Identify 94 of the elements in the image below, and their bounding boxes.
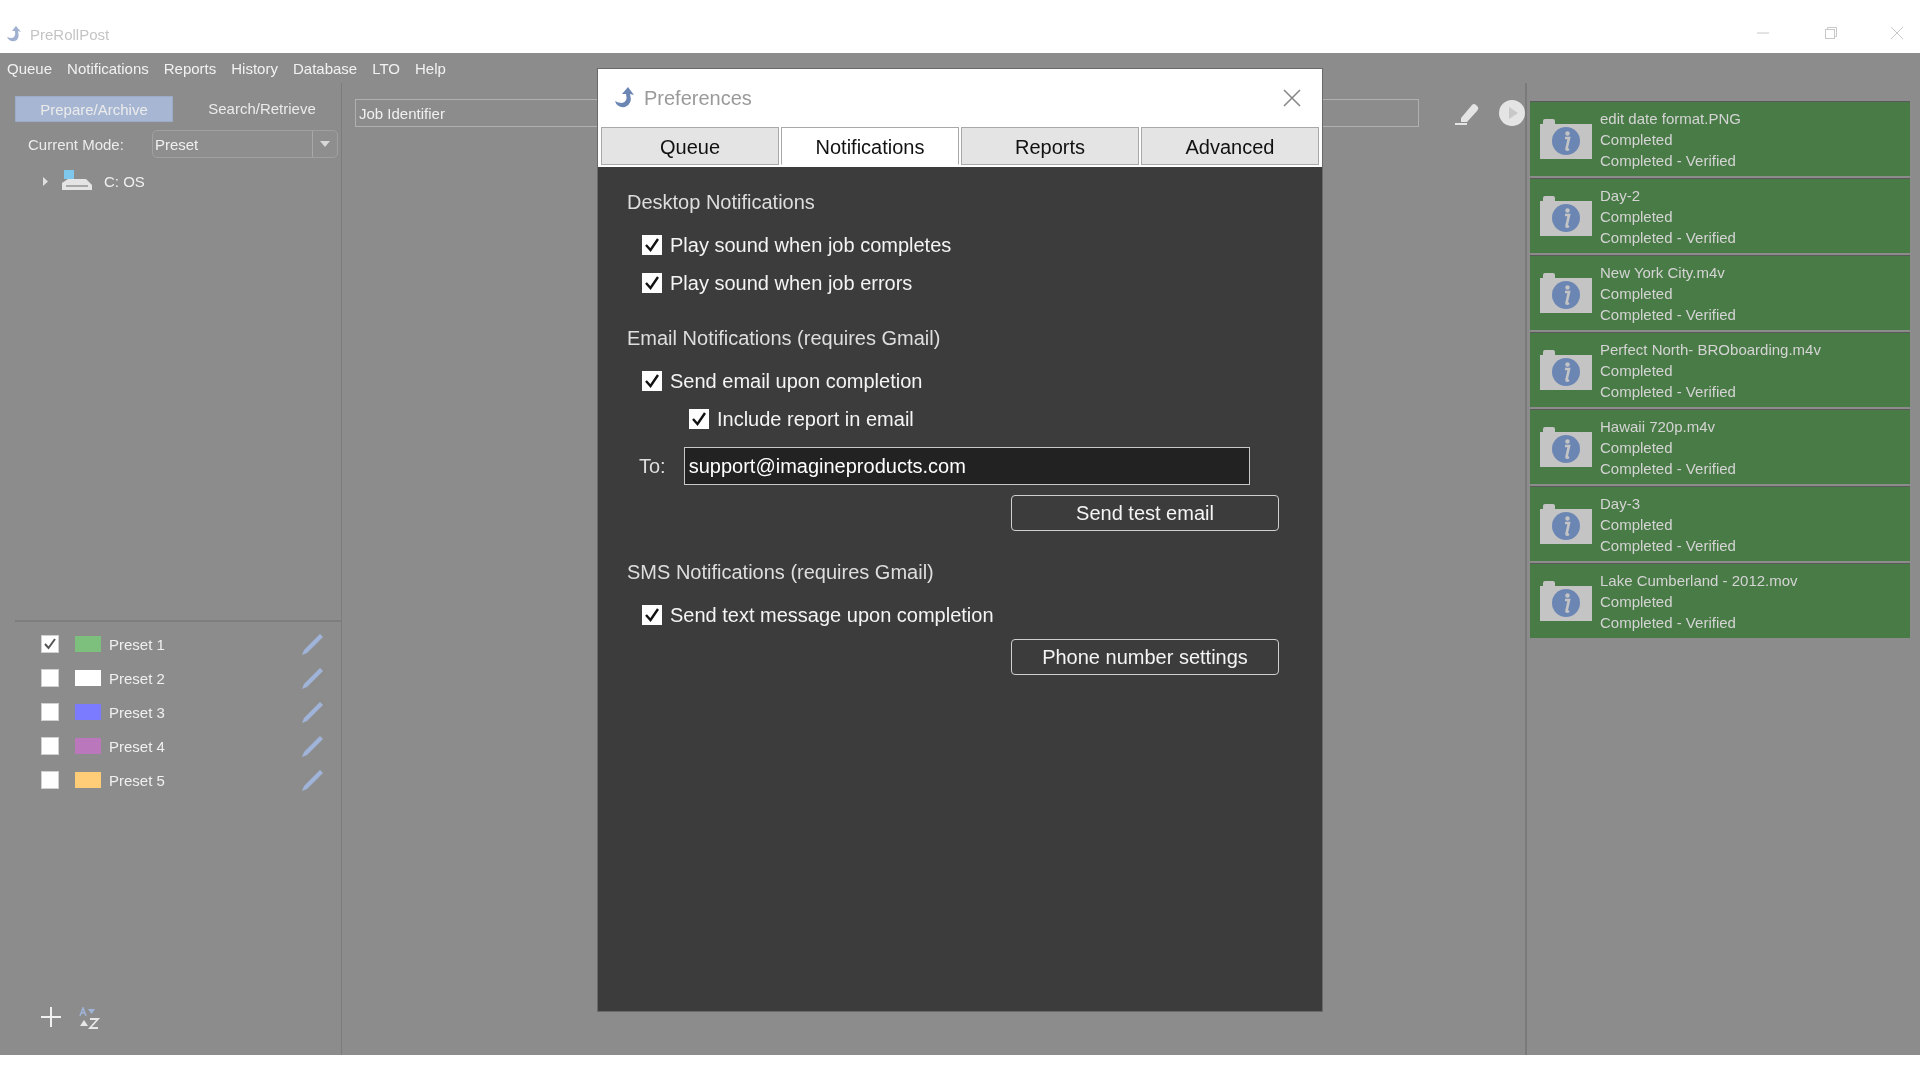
checkbox[interactable]: [642, 235, 662, 255]
job-status: Completed: [1600, 437, 1674, 457]
checkbox[interactable]: [41, 703, 59, 721]
info-folder-icon: [1540, 350, 1592, 390]
field-label: Current Mode:: [28, 135, 124, 153]
add-icon[interactable]: [41, 1007, 61, 1027]
job-verification: Completed - Verified: [1600, 150, 1737, 170]
job-verification: Completed - Verified: [1600, 227, 1736, 247]
preset-name: Preset 4: [109, 737, 165, 755]
job-card[interactable]: Day-3 Completed Completed - Verified: [1530, 486, 1910, 561]
pencil-icon[interactable]: [301, 700, 325, 724]
job-name: New York City.m4v: [1600, 262, 1726, 282]
menu-item[interactable]: Reports: [163, 59, 217, 77]
checkbox-label: Send text message upon completion: [670, 603, 994, 627]
info-folder-icon: [1540, 196, 1592, 236]
info-folder-icon: [1540, 119, 1592, 159]
job-name: Perfect North- BROboarding.m4v: [1600, 339, 1821, 359]
logo-icon: [612, 86, 636, 110]
job-verification: Completed - Verified: [1600, 535, 1736, 555]
checkbox[interactable]: [642, 371, 662, 391]
job-card[interactable]: New York City.m4v Completed Completed - Verified: [1530, 255, 1910, 330]
menu-item[interactable]: Database: [292, 59, 358, 77]
job-status: Completed: [1600, 129, 1674, 149]
preset-name: Preset 3: [109, 703, 165, 721]
dialog-button[interactable]: Phone number settings: [1011, 639, 1279, 675]
tab[interactable]: Reports: [961, 127, 1139, 165]
checkbox[interactable]: [41, 669, 59, 687]
section-heading: Email Notifications (requires Gmail): [627, 326, 942, 351]
tab[interactable]: Notifications: [781, 127, 959, 165]
job-name: edit date format.PNG: [1600, 108, 1741, 128]
sort-icon[interactable]: [79, 1007, 101, 1029]
job-status: Completed: [1600, 283, 1674, 303]
field-label: To:: [639, 454, 666, 478]
pencil-icon[interactable]: [301, 734, 325, 758]
info-folder-icon: [1540, 427, 1592, 467]
pencil-icon[interactable]: [301, 666, 325, 690]
job-status: Completed: [1600, 206, 1674, 226]
info-folder-icon: [1540, 504, 1592, 544]
job-name: Hawaii 720p.m4v: [1600, 416, 1717, 436]
preset-name: Preset 2: [109, 669, 165, 687]
preset-name: Preset 5: [109, 771, 165, 789]
checkbox-label: Include report in email: [717, 407, 914, 431]
tab[interactable]: Queue: [601, 127, 779, 165]
checkbox[interactable]: [689, 409, 709, 429]
checkbox[interactable]: [642, 605, 662, 625]
menu-item[interactable]: LTO: [372, 59, 400, 77]
job-verification: Completed - Verified: [1600, 304, 1736, 324]
section-heading: Desktop Notifications: [627, 190, 816, 215]
section-heading: SMS Notifications (requires Gmail): [627, 560, 935, 585]
caret-icon: [319, 141, 330, 147]
mode-dropdown[interactable]: Preset: [151, 130, 338, 158]
checkbox[interactable]: [41, 771, 59, 789]
job-verification: Completed - Verified: [1600, 612, 1737, 632]
tree-item[interactable]: C: OS: [104, 172, 145, 190]
menu-item[interactable]: Help: [414, 59, 446, 77]
job-name: Day-3: [1600, 493, 1641, 513]
mode-tab[interactable]: Search/Retrieve: [183, 96, 341, 122]
expand-arrow-icon[interactable]: [41, 176, 50, 186]
job-card[interactable]: Hawaii 720p.m4v Completed Completed - Verified: [1530, 409, 1910, 484]
window-title: PreRollPost: [30, 26, 110, 43]
job-name: Day-2: [1600, 185, 1641, 205]
drive-icon: [62, 170, 92, 192]
job-card[interactable]: Perfect North- BROboarding.m4v Completed Completed - Verified: [1530, 332, 1910, 407]
job-name: Lake Cumberland - 2012.mov: [1600, 570, 1798, 590]
menu-item[interactable]: Queue: [7, 59, 53, 77]
menu-item[interactable]: History: [231, 59, 278, 77]
pencil-icon[interactable]: [301, 632, 325, 656]
checkbox[interactable]: [41, 737, 59, 755]
checkbox[interactable]: [41, 635, 59, 653]
menu-item[interactable]: Notifications: [67, 59, 149, 77]
job-card[interactable]: Day-2 Completed Completed - Verified: [1530, 178, 1910, 253]
job-verification: Completed - Verified: [1600, 458, 1736, 478]
preset-name: Preset 1: [109, 635, 165, 653]
pencil-icon[interactable]: [301, 768, 325, 792]
job-card[interactable]: Lake Cumberland - 2012.mov Completed Completed - Verified: [1530, 563, 1910, 638]
email-field[interactable]: support@imagineproducts.com: [683, 447, 1250, 485]
checkbox-label: Send email upon completion: [670, 369, 923, 393]
job-status: Completed: [1600, 360, 1674, 380]
close-icon[interactable]: [1282, 88, 1302, 108]
dialog-title: Preferences: [644, 86, 752, 110]
job-status: Completed: [1600, 591, 1674, 611]
info-folder-icon: [1540, 581, 1592, 621]
dialog-button[interactable]: Send test email: [1011, 495, 1279, 531]
checkbox-label: Play sound when job completes: [670, 233, 952, 257]
job-verification: Completed - Verified: [1600, 381, 1737, 401]
job-card[interactable]: edit date format.PNG Completed Completed - Verified: [1530, 101, 1910, 176]
logo-icon: [4, 25, 22, 43]
checkbox-label: Play sound when job errors: [670, 271, 913, 295]
play-icon[interactable]: [1499, 100, 1525, 126]
job-status: Completed: [1600, 514, 1674, 534]
info-folder-icon: [1540, 273, 1592, 313]
checkbox[interactable]: [642, 273, 662, 293]
mode-tab[interactable]: Prepare/Archive: [15, 96, 173, 122]
tab[interactable]: Advanced: [1141, 127, 1319, 165]
